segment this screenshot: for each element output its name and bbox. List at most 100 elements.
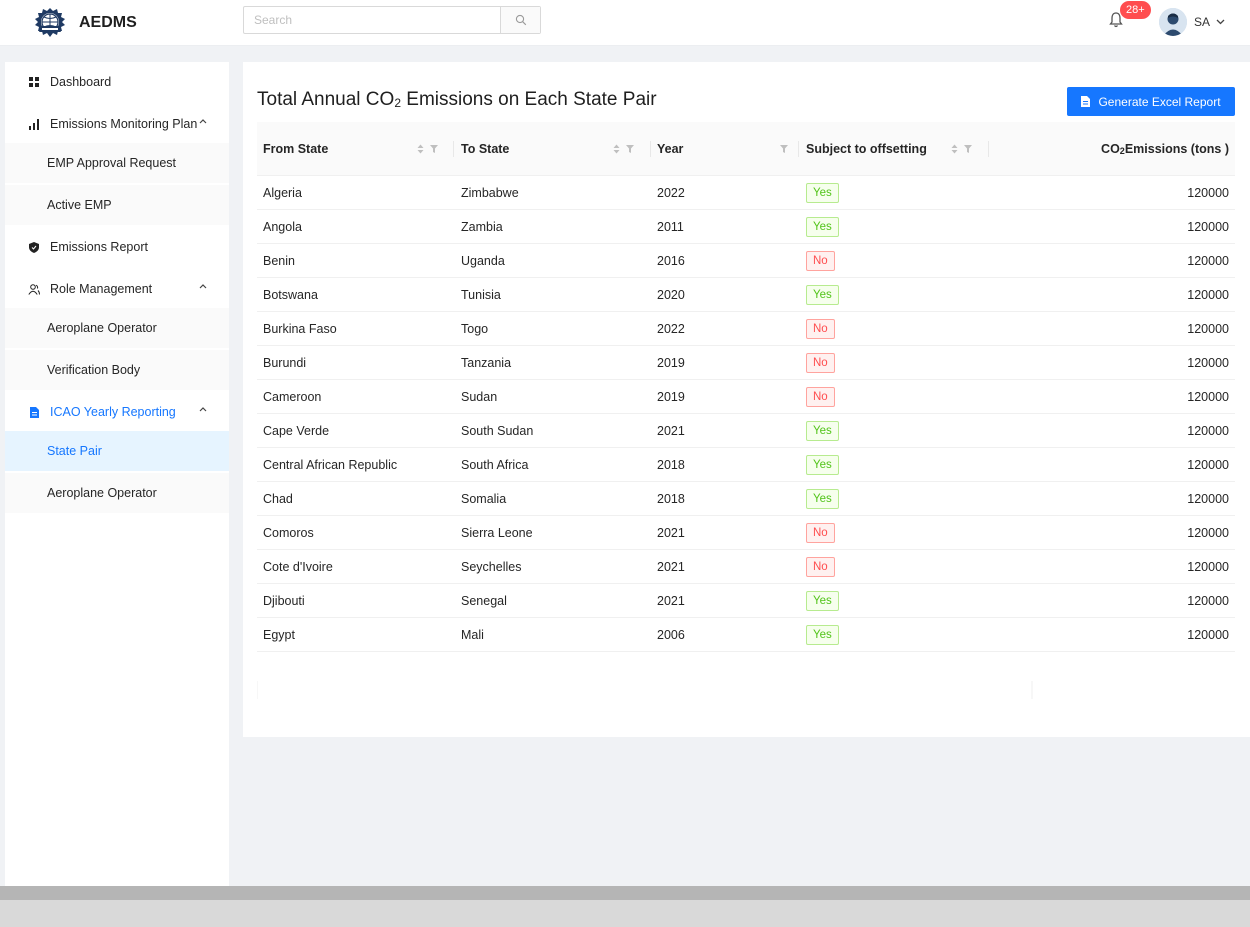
filter-icon[interactable]: [430, 145, 438, 153]
filter-icon[interactable]: [780, 145, 788, 153]
table-row[interactable]: Algeria Zimbabwe 2022 Yes 120000: [257, 176, 1235, 210]
cell-co2-emissions: 120000: [1187, 424, 1229, 438]
sidebar-item-emissions-report[interactable]: Emissions Report: [5, 227, 229, 267]
column-divider: [453, 141, 454, 157]
cell-year: 2020: [657, 288, 685, 302]
cell-offsetting: Yes: [806, 448, 839, 482]
sidebar: Dashboard Emissions Monitoring Plan EMP …: [5, 62, 229, 886]
sidebar-subitem-emp-approval-request[interactable]: EMP Approval Request: [5, 143, 229, 183]
chevron-down-icon: [1216, 19, 1225, 25]
cell-year: 2022: [657, 186, 685, 200]
status-badge: No: [806, 523, 835, 543]
sidebar-item-icao-yearly-reporting[interactable]: ICAO Yearly Reporting: [5, 392, 229, 432]
sidebar-item-emissions-monitoring-plan[interactable]: Emissions Monitoring Plan: [5, 104, 229, 144]
sort-icon[interactable]: [417, 144, 424, 154]
column-header-subscript: 2: [1119, 146, 1125, 156]
generate-excel-report-button[interactable]: Generate Excel Report: [1067, 87, 1235, 116]
cell-from-state: Cote d'Ivoire: [263, 560, 333, 574]
sidebar-subitem-active-emp[interactable]: Active EMP: [5, 185, 229, 225]
table-row[interactable]: Burundi Tanzania 2019 No 120000: [257, 346, 1235, 380]
search-input[interactable]: [244, 7, 500, 33]
to-state-controls: [613, 122, 643, 176]
status-badge: Yes: [806, 591, 839, 611]
cell-from-state: Comoros: [263, 526, 314, 540]
status-badge: Yes: [806, 625, 839, 645]
table-row[interactable]: Central African Republic South Africa 2018…: [257, 448, 1235, 482]
table-row[interactable]: Benin Uganda 2016 No 120000: [257, 244, 1235, 278]
sort-icon[interactable]: [613, 144, 620, 154]
brand[interactable]: AEDMS: [33, 6, 137, 40]
table-row[interactable]: Cape Verde South Sudan 2021 Yes 120000: [257, 414, 1235, 448]
cell-to-state: Somalia: [461, 492, 507, 506]
sidebar-item-label: Role Management: [50, 282, 153, 296]
column-divider: [650, 141, 651, 157]
table-row[interactable]: Angola Zambia 2011 Yes 120000: [257, 210, 1235, 244]
sidebar-item-dashboard[interactable]: Dashboard: [5, 62, 229, 102]
table-row[interactable]: Egypt Mali 2006 Yes 120000: [257, 618, 1235, 652]
file-icon: [28, 406, 40, 418]
cell-year: 2021: [657, 594, 685, 608]
cell-offsetting: Yes: [806, 176, 839, 210]
sidebar-subitem-label: Aeroplane Operator: [47, 486, 157, 500]
table-row[interactable]: Burkina Faso Togo 2022 No 120000: [257, 312, 1235, 346]
table-row[interactable]: Cote d'Ivoire Seychelles 2021 No 120000: [257, 550, 1235, 584]
sidebar-item-role-management[interactable]: Role Management: [5, 269, 229, 309]
cell-from-state: Burkina Faso: [263, 322, 337, 336]
cell-to-state: Seychelles: [461, 560, 522, 574]
column-header-co2-emissions[interactable]: CO 2 Emissions (tons ): [1101, 122, 1229, 176]
sidebar-subitem-label: State Pair: [47, 444, 102, 458]
table-header: From State To State Year Subject to offs…: [257, 122, 1235, 176]
filter-icon[interactable]: [964, 145, 972, 153]
table-row[interactable]: Botswana Tunisia 2020 Yes 120000: [257, 278, 1235, 312]
column-header-label: To State: [461, 142, 510, 156]
cell-co2-emissions: 120000: [1187, 186, 1229, 200]
status-badge: No: [806, 251, 835, 271]
user-menu[interactable]: SA: [1159, 8, 1225, 36]
column-header-label: Year: [657, 142, 684, 156]
aedms-logo: [35, 8, 65, 37]
column-header-subject-to-offsetting[interactable]: Subject to offsetting: [806, 122, 927, 176]
column-header-from-state[interactable]: From State: [263, 122, 328, 176]
search-button[interactable]: [500, 7, 540, 33]
column-divider: [798, 141, 799, 157]
column-header-year[interactable]: Year: [657, 122, 683, 176]
cell-co2-emissions: 120000: [1187, 322, 1229, 336]
cell-year: 2021: [657, 424, 685, 438]
status-badge: Yes: [806, 455, 839, 475]
sidebar-subitem-aeroplane-operator[interactable]: Aeroplane Operator: [5, 308, 229, 348]
search-box: [243, 6, 541, 34]
sidebar-subitem-aeroplane-operator-icao[interactable]: Aeroplane Operator: [5, 473, 229, 513]
table-row[interactable]: Djibouti Senegal 2021 Yes 120000: [257, 584, 1235, 618]
from-state-controls: [417, 122, 447, 176]
column-header-to-state[interactable]: To State: [461, 122, 509, 176]
cell-offsetting: Yes: [806, 278, 839, 312]
cell-co2-emissions: 120000: [1187, 220, 1229, 234]
cell-co2-emissions: 120000: [1187, 492, 1229, 506]
table-row[interactable]: Chad Somalia 2018 Yes 120000: [257, 482, 1235, 516]
cell-from-state: Burundi: [263, 356, 307, 370]
table-row[interactable]: Comoros Sierra Leone 2021 No 120000: [257, 516, 1235, 550]
cell-offsetting: No: [806, 516, 835, 550]
cell-from-state: Cape Verde: [263, 424, 330, 438]
users-icon: [28, 283, 40, 295]
cell-to-state: Senegal: [461, 594, 507, 608]
cell-to-state: South Africa: [461, 458, 529, 472]
cell-year: 2019: [657, 390, 685, 404]
cell-co2-emissions: 120000: [1187, 356, 1229, 370]
filter-icon[interactable]: [626, 145, 634, 153]
cell-offsetting: No: [806, 244, 835, 278]
year-controls: [780, 122, 794, 176]
title-prefix: Total Annual CO: [257, 89, 395, 110]
sidebar-subitem-verification-body[interactable]: Verification Body: [5, 350, 229, 390]
user-initials: SA: [1194, 15, 1211, 29]
sort-icon[interactable]: [951, 144, 958, 154]
sidebar-item-label: Dashboard: [50, 75, 112, 89]
cell-from-state: Egypt: [263, 628, 295, 642]
cell-from-state: Central African Republic: [263, 458, 398, 472]
title-suffix: Emissions on Each State Pair: [401, 89, 657, 110]
table-row[interactable]: Cameroon Sudan 2019 No 120000: [257, 380, 1235, 414]
bar-chart-icon: [28, 118, 40, 130]
sidebar-subitem-state-pair[interactable]: State Pair: [5, 431, 229, 471]
column-divider: [988, 141, 989, 157]
status-badge: No: [806, 387, 835, 407]
